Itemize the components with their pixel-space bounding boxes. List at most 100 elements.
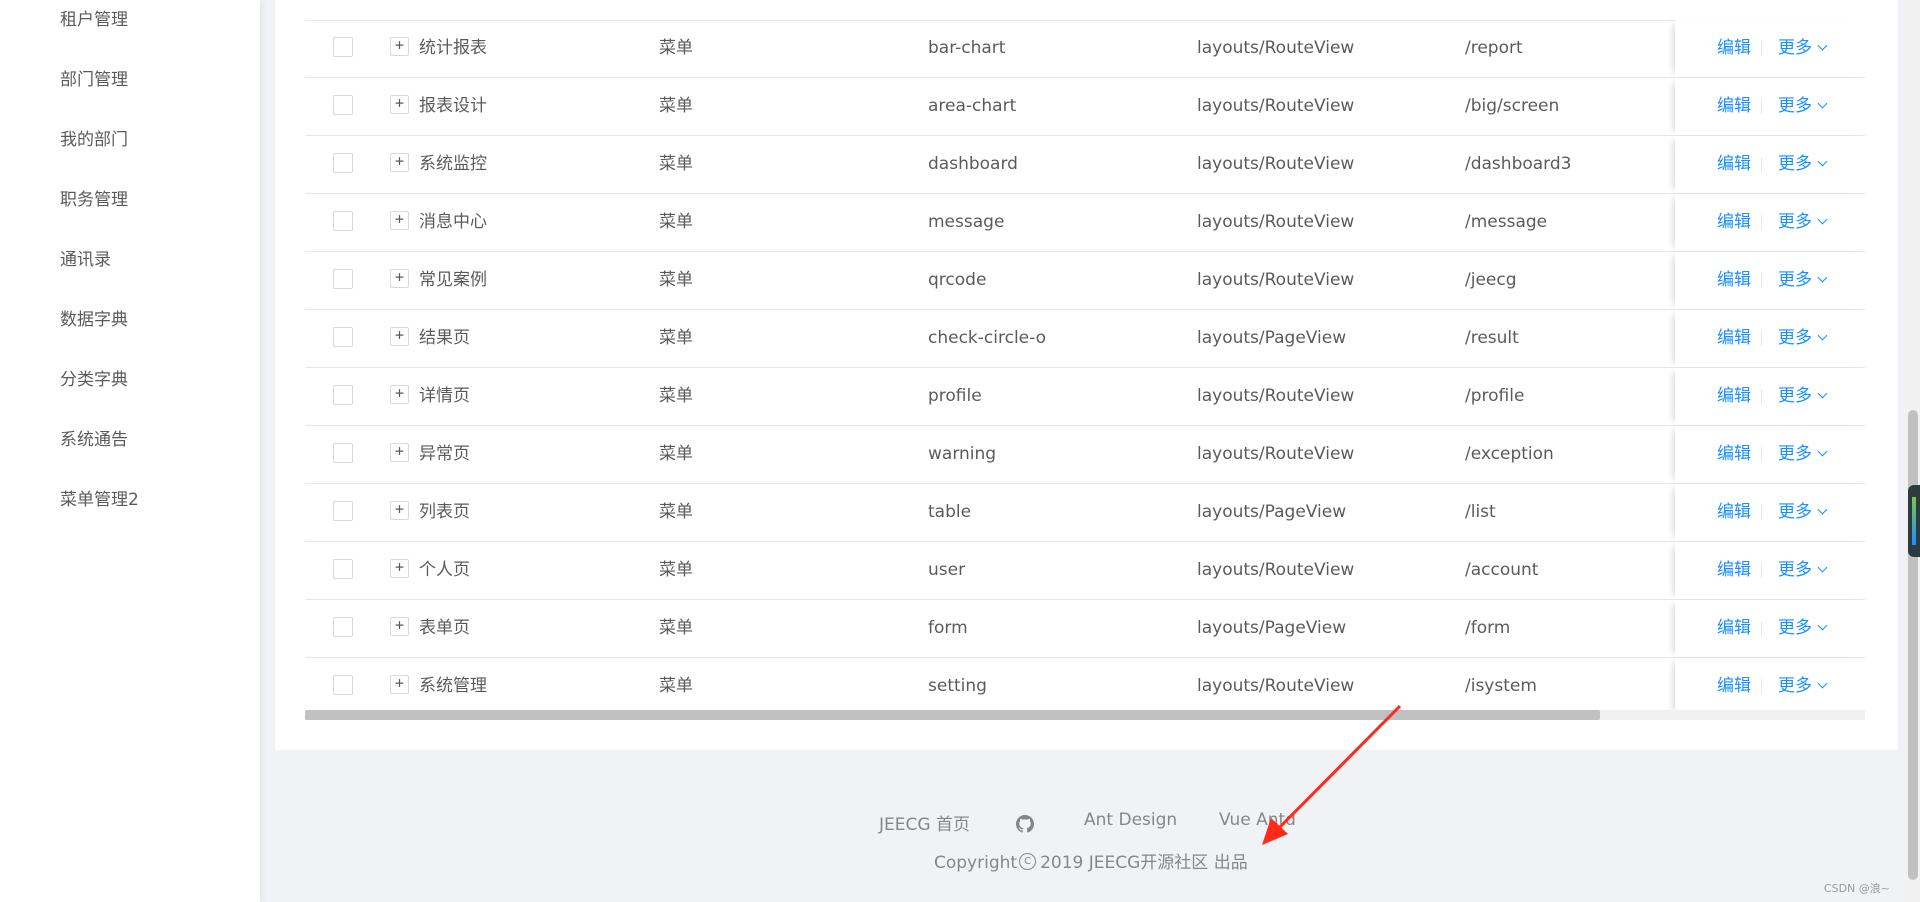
copyright-prefix: Copyright bbox=[934, 853, 1018, 873]
expand-icon[interactable]: + bbox=[390, 95, 409, 114]
more-dropdown[interactable]: 更多 bbox=[1778, 542, 1828, 599]
menu-path: /result bbox=[1465, 328, 1519, 348]
more-dropdown[interactable]: 更多 bbox=[1778, 600, 1828, 657]
menu-path: /profile bbox=[1465, 386, 1525, 406]
floating-side-widget[interactable] bbox=[1908, 485, 1920, 557]
sidebar-item-address-book[interactable]: 通讯录 bbox=[60, 240, 111, 280]
expand-icon[interactable]: + bbox=[390, 501, 409, 520]
row-checkbox[interactable] bbox=[333, 616, 353, 637]
edit-link[interactable]: 编辑 bbox=[1717, 600, 1751, 657]
horizontal-scrollbar-thumb[interactable] bbox=[305, 710, 1600, 720]
expand-icon[interactable]: + bbox=[390, 617, 409, 636]
sidebar-item-department[interactable]: 部门管理 bbox=[60, 60, 128, 100]
action-column: 编辑 更多 bbox=[1675, 194, 1865, 251]
action-column: 编辑 更多 bbox=[1675, 20, 1865, 77]
action-divider bbox=[1761, 273, 1762, 288]
chevron-down-icon bbox=[1817, 40, 1828, 50]
sidebar-item-category-dictionary[interactable]: 分类字典 bbox=[60, 360, 128, 400]
menu-name: 列表页 bbox=[419, 502, 470, 522]
action-column: 编辑 更多 bbox=[1675, 310, 1865, 367]
action-divider bbox=[1761, 215, 1762, 230]
github-icon[interactable] bbox=[1016, 815, 1034, 833]
sidebar-item-dictionary[interactable]: 数据字典 bbox=[60, 300, 128, 340]
more-dropdown[interactable]: 更多 bbox=[1778, 194, 1828, 251]
sidebar-item-position[interactable]: 职务管理 bbox=[60, 180, 128, 220]
row-checkbox[interactable] bbox=[333, 94, 353, 115]
expand-icon[interactable]: + bbox=[390, 37, 409, 56]
menu-component: layouts/RouteView bbox=[1197, 154, 1355, 174]
more-dropdown[interactable]: 更多 bbox=[1778, 78, 1828, 135]
expand-icon[interactable]: + bbox=[390, 327, 409, 346]
menu-type: 菜单 bbox=[659, 560, 693, 580]
expand-icon[interactable]: + bbox=[390, 675, 409, 694]
chevron-down-icon bbox=[1817, 446, 1828, 456]
expand-icon[interactable]: + bbox=[390, 559, 409, 578]
action-divider bbox=[1761, 447, 1762, 462]
edit-link[interactable]: 编辑 bbox=[1717, 368, 1751, 425]
row-checkbox[interactable] bbox=[333, 558, 353, 579]
horizontal-scrollbar[interactable] bbox=[305, 710, 1865, 720]
row-checkbox[interactable] bbox=[333, 384, 353, 405]
edit-link[interactable]: 编辑 bbox=[1717, 310, 1751, 367]
more-dropdown[interactable]: 更多 bbox=[1778, 252, 1828, 309]
expand-icon[interactable]: + bbox=[390, 443, 409, 462]
edit-link[interactable]: 编辑 bbox=[1717, 484, 1751, 541]
sidebar-item-menu-management-2[interactable]: 菜单管理2 bbox=[60, 480, 139, 520]
vertical-scrollbar-thumb[interactable] bbox=[1908, 410, 1918, 880]
chevron-down-icon bbox=[1817, 98, 1828, 108]
edit-link[interactable]: 编辑 bbox=[1717, 252, 1751, 309]
menu-name: 详情页 bbox=[419, 386, 470, 406]
edit-link[interactable]: 编辑 bbox=[1717, 658, 1751, 715]
more-dropdown[interactable]: 更多 bbox=[1778, 310, 1828, 367]
more-dropdown[interactable]: 更多 bbox=[1778, 136, 1828, 193]
footer-link-jeecg-home[interactable]: JEECG 首页 bbox=[879, 810, 970, 835]
table-row: + 系统管理 菜单 setting layouts/RouteView /isys… bbox=[305, 658, 1865, 716]
edit-link[interactable]: 编辑 bbox=[1717, 426, 1751, 483]
vertical-scrollbar[interactable] bbox=[1906, 0, 1920, 902]
expand-icon[interactable]: + bbox=[390, 153, 409, 172]
table-row: + 结果页 菜单 check-circle-o layouts/PageView … bbox=[305, 310, 1865, 368]
more-dropdown[interactable]: 更多 bbox=[1778, 484, 1828, 541]
row-checkbox[interactable] bbox=[333, 268, 353, 289]
edit-link[interactable]: 编辑 bbox=[1717, 136, 1751, 193]
more-dropdown[interactable]: 更多 bbox=[1778, 426, 1828, 483]
sidebar-item-tenant[interactable]: 租户管理 bbox=[60, 0, 128, 40]
chevron-down-icon bbox=[1817, 156, 1828, 166]
more-label: 更多 bbox=[1778, 38, 1812, 58]
chevron-down-icon bbox=[1817, 388, 1828, 398]
menu-table: + 统计报表 菜单 bar-chart layouts/RouteView /re… bbox=[305, 20, 1865, 716]
row-checkbox[interactable] bbox=[333, 36, 353, 57]
expand-icon[interactable]: + bbox=[390, 385, 409, 404]
edit-link[interactable]: 编辑 bbox=[1717, 78, 1751, 135]
row-checkbox[interactable] bbox=[333, 210, 353, 231]
edit-link[interactable]: 编辑 bbox=[1717, 542, 1751, 599]
footer-link-vue-antd[interactable]: Vue Antd bbox=[1219, 810, 1296, 830]
row-checkbox[interactable] bbox=[333, 500, 353, 521]
menu-name: 表单页 bbox=[419, 618, 470, 638]
sidebar-item-my-department[interactable]: 我的部门 bbox=[60, 120, 128, 160]
menu-icon-name: bar-chart bbox=[928, 38, 1006, 58]
menu-name: 结果页 bbox=[419, 328, 470, 348]
chevron-down-icon bbox=[1817, 214, 1828, 224]
menu-component: layouts/RouteView bbox=[1197, 444, 1355, 464]
menu-type: 菜单 bbox=[659, 386, 693, 406]
menu-path: /form bbox=[1465, 618, 1511, 638]
sidebar-item-announcement[interactable]: 系统通告 bbox=[60, 420, 128, 460]
copyright: Copyright C 2019 JEECG开源社区 出品 bbox=[934, 848, 1248, 873]
chevron-down-icon bbox=[1817, 272, 1828, 282]
expand-icon[interactable]: + bbox=[390, 269, 409, 288]
row-checkbox[interactable] bbox=[333, 674, 353, 695]
edit-link[interactable]: 编辑 bbox=[1717, 20, 1751, 77]
menu-component: layouts/PageView bbox=[1197, 502, 1347, 522]
menu-path: /big/screen bbox=[1465, 96, 1560, 116]
expand-icon[interactable]: + bbox=[390, 211, 409, 230]
row-checkbox[interactable] bbox=[333, 152, 353, 173]
more-dropdown[interactable]: 更多 bbox=[1778, 658, 1828, 715]
more-dropdown[interactable]: 更多 bbox=[1778, 368, 1828, 425]
more-dropdown[interactable]: 更多 bbox=[1778, 20, 1828, 77]
row-checkbox[interactable] bbox=[333, 326, 353, 347]
row-checkbox[interactable] bbox=[333, 442, 353, 463]
table-row: + 表单页 菜单 form layouts/PageView /form 编辑 更… bbox=[305, 600, 1865, 658]
footer-link-ant-design[interactable]: Ant Design bbox=[1084, 810, 1177, 830]
edit-link[interactable]: 编辑 bbox=[1717, 194, 1751, 251]
